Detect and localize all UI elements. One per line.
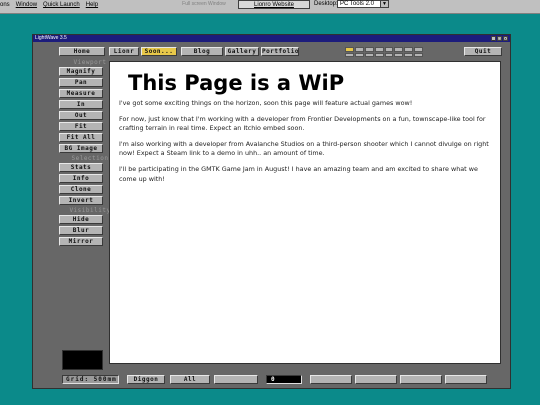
mirror-button[interactable]: Mirror (59, 237, 103, 246)
layer-cell[interactable] (374, 52, 384, 57)
layer-cell[interactable] (404, 47, 414, 52)
fit-button[interactable]: Fit (59, 122, 103, 131)
value-field[interactable]: 0 (266, 375, 302, 384)
menu-item-options[interactable]: ons (0, 2, 10, 8)
layer-cell[interactable] (345, 47, 354, 52)
app-window: LightWave 3.5 _ □ X Home Lionr Soon... B… (32, 34, 511, 389)
main-content: This Page is a WiP I've got some excitin… (109, 61, 501, 364)
layer-selector-grid[interactable] (345, 47, 423, 57)
nav-lionr-button[interactable]: Lionr (109, 47, 139, 56)
layer-cell[interactable] (354, 47, 364, 52)
diggon-button[interactable]: Diggon (127, 375, 165, 384)
status-slot-button[interactable] (400, 375, 442, 384)
clone-button[interactable]: Clone (59, 185, 103, 194)
invert-button[interactable]: Invert (59, 196, 103, 205)
status-slot-button[interactable] (355, 375, 397, 384)
stats-button[interactable]: Stats (59, 163, 103, 172)
chevron-down-icon[interactable]: ▼ (380, 0, 389, 8)
website-button[interactable]: Lionro Website (238, 0, 310, 9)
nav-blog-button[interactable]: Blog (181, 47, 223, 56)
nav-gallery-button[interactable]: Gallery (225, 47, 259, 56)
desktop-label: Desktop: (314, 1, 338, 7)
layer-cell[interactable] (354, 52, 364, 57)
menu-item-window[interactable]: Window (16, 2, 37, 8)
system-menu: ons Window Quick Launch Help (0, 2, 98, 8)
menu-item-quick-launch[interactable]: Quick Launch (43, 2, 80, 8)
fullscreen-window-button[interactable]: Full screen Window (172, 0, 236, 8)
minimize-icon[interactable]: _ (491, 36, 496, 41)
window-titlebar[interactable]: LightWave 3.5 _ □ X (33, 35, 510, 42)
blur-button[interactable]: Blur (59, 226, 103, 235)
status-slot-button[interactable] (445, 375, 487, 384)
all-button[interactable]: All (170, 375, 210, 384)
layer-cell[interactable] (404, 52, 414, 57)
content-paragraph: I'll be participating in the GMTK Game J… (119, 165, 478, 183)
nav-portfolio-button[interactable]: Portfolio (261, 47, 299, 56)
menu-item-help[interactable]: Help (86, 2, 98, 8)
info-button[interactable]: Info (59, 174, 103, 183)
layer-cell[interactable] (394, 52, 404, 57)
layer-cell[interactable] (364, 52, 374, 57)
layer-cell[interactable] (414, 52, 423, 57)
nav-home-button[interactable]: Home (59, 47, 105, 56)
layer-cell[interactable] (414, 47, 423, 52)
layer-cell[interactable] (394, 47, 404, 52)
window-controls: _ □ X (491, 36, 508, 41)
maximize-icon[interactable]: □ (497, 36, 502, 41)
content-paragraph: I've got some exciting things on the hor… (119, 99, 413, 107)
pan-button[interactable]: Pan (59, 78, 103, 87)
layer-cell[interactable] (374, 47, 384, 52)
fit-all-button[interactable]: Fit All (59, 133, 103, 142)
layer-cell[interactable] (384, 52, 394, 57)
layer-cell[interactable] (384, 47, 394, 52)
content-paragraph: For now, just know that I'm working with… (119, 114, 486, 133)
zoom-out-button[interactable]: Out (59, 111, 103, 120)
layer-cell[interactable] (345, 52, 354, 57)
bg-image-button[interactable]: BG Image (59, 144, 103, 153)
status-slot-button[interactable] (310, 375, 352, 384)
nav-soon-button[interactable]: Soon... (141, 47, 177, 56)
page-title: This Page is a WiP (128, 71, 345, 95)
system-taskbar: ons Window Quick Launch Help Full screen… (0, 0, 540, 14)
magnify-button[interactable]: Magnify (59, 67, 103, 76)
layer-cell[interactable] (364, 47, 374, 52)
measure-button[interactable]: Measure (59, 89, 103, 98)
zoom-in-button[interactable]: In (59, 100, 103, 109)
hide-button[interactable]: Hide (59, 215, 103, 224)
quit-button[interactable]: Quit (464, 47, 502, 56)
window-title: LightWave 3.5 (35, 35, 67, 41)
content-paragraph: I'm also working with a developer from A… (119, 139, 489, 158)
close-icon[interactable]: X (503, 36, 508, 41)
status-slot-button[interactable] (214, 375, 258, 384)
preview-thumbnail (62, 350, 103, 370)
grid-size-readout: Grid: 500mm (62, 375, 119, 384)
